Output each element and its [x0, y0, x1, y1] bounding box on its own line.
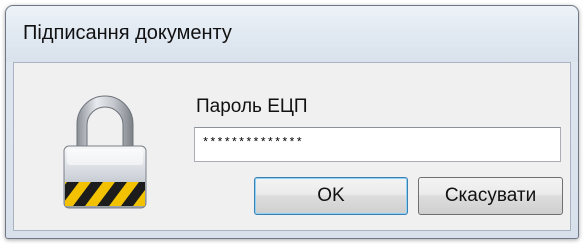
password-field[interactable]: **************: [194, 127, 561, 162]
padlock-icon: [63, 95, 147, 209]
password-label: Пароль ЕЦП: [196, 96, 308, 117]
title-bar[interactable]: Підписання документу: [6, 6, 578, 62]
cancel-button[interactable]: Скасувати: [418, 177, 563, 215]
dialog-body: Пароль ЕЦП ************** OK Скасувати: [13, 62, 571, 231]
sign-document-dialog: Підписання документу Пароль ЕЦП ********…: [5, 5, 579, 239]
ok-button[interactable]: OK: [254, 177, 408, 215]
dialog-title: Підписання документу: [23, 22, 232, 44]
